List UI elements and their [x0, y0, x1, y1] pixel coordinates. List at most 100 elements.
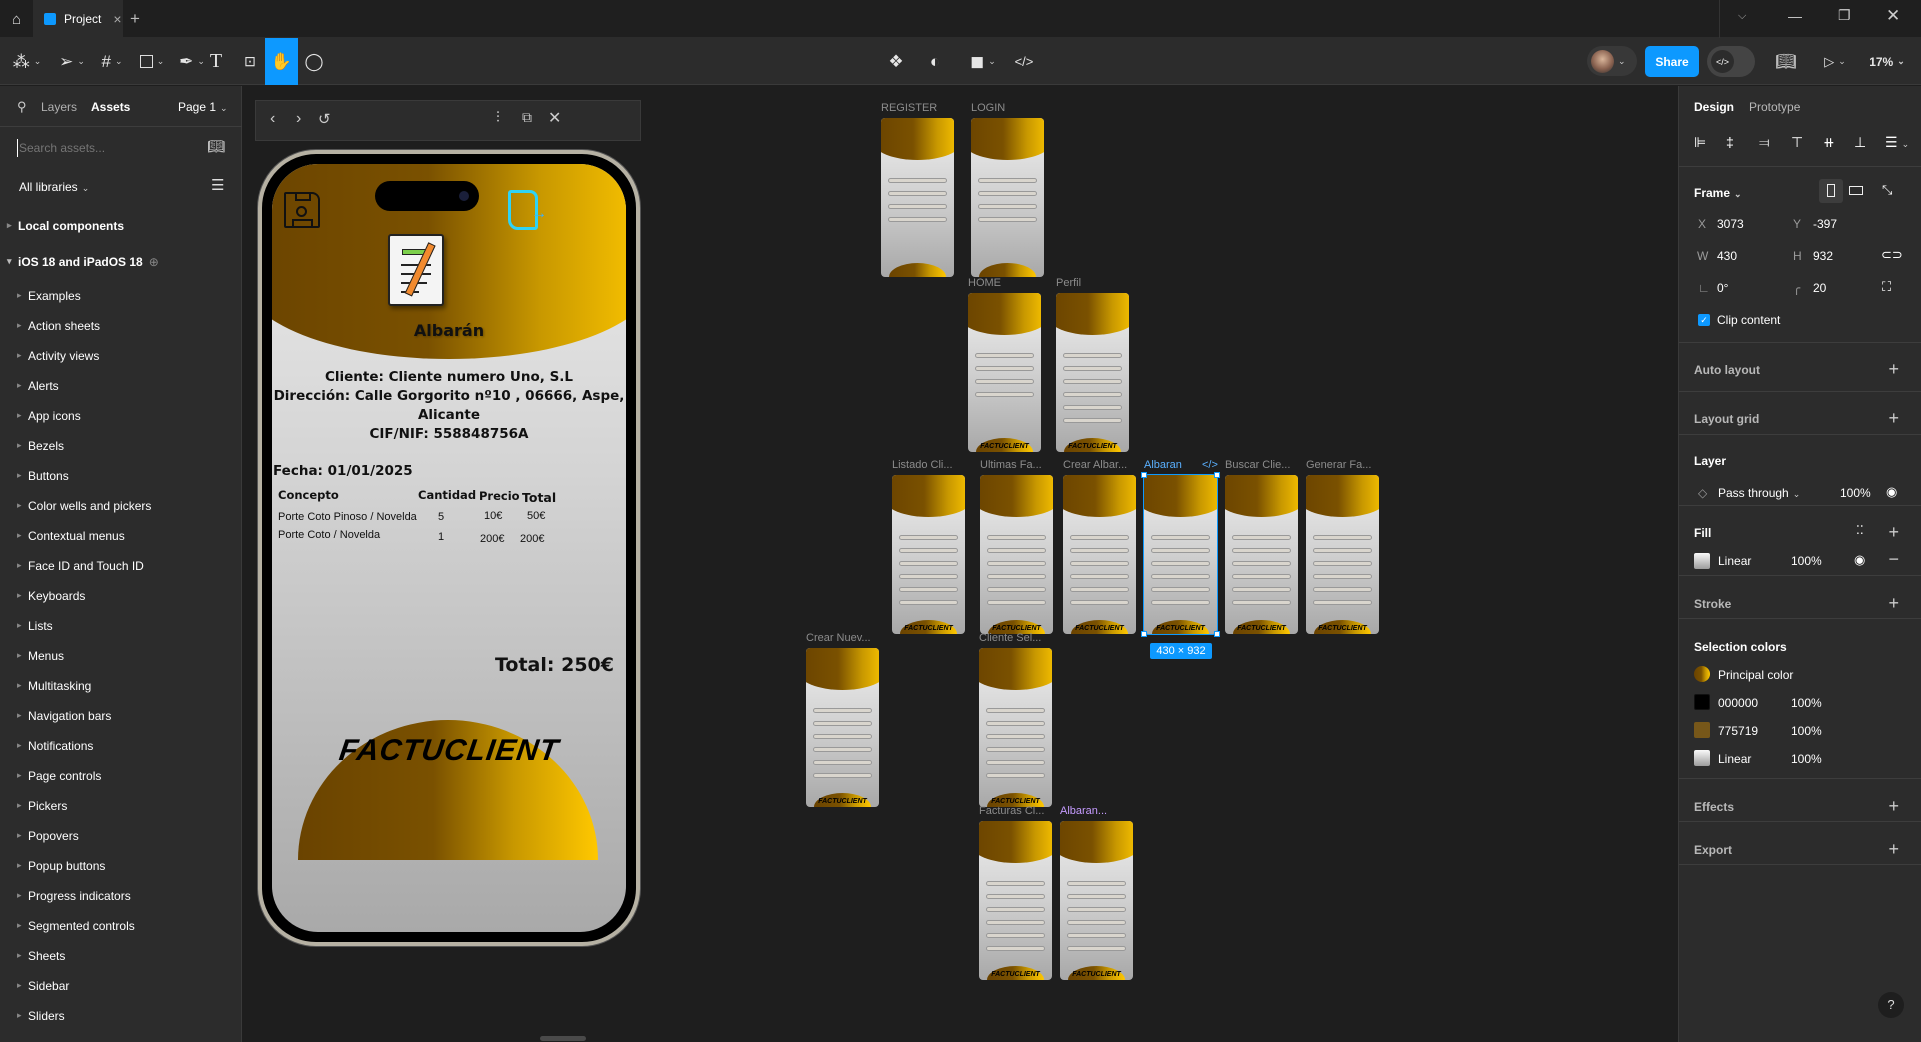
frame-thumbnail[interactable]: FACTUCLIENT — [968, 293, 1041, 452]
component-group-item[interactable]: Contextual menus — [17, 529, 125, 543]
dev-ready-icon[interactable]: </> — [1202, 459, 1218, 471]
comment-tool-button[interactable]: ◯ — [302, 38, 326, 85]
y-input[interactable]: -397 — [1813, 217, 1837, 231]
resize-handle[interactable] — [1141, 472, 1147, 478]
move-tool-button[interactable]: ➢ ⌄ — [52, 38, 92, 85]
new-tab-button[interactable]: + — [130, 9, 140, 29]
add-effect-button[interactable]: + — [1888, 797, 1899, 815]
frame-label[interactable]: Buscar Clie... — [1225, 459, 1290, 471]
frame-label[interactable]: Cliente Sel... — [979, 632, 1041, 644]
resize-handle[interactable] — [1141, 631, 1147, 637]
color-name[interactable]: 000000 — [1718, 696, 1758, 710]
independent-corners-icon[interactable]: ⛶ — [1882, 279, 1891, 295]
component-group-item[interactable]: Menus — [17, 649, 64, 663]
add-fill-button[interactable]: + — [1888, 523, 1899, 541]
close-preview-button[interactable]: ✕ — [548, 108, 561, 128]
frame-thumbnail[interactable] — [971, 118, 1044, 277]
distribute-icon[interactable]: ☰ ⌄ — [1885, 134, 1909, 151]
color-opacity[interactable]: 100% — [1791, 752, 1822, 766]
zoom-dropdown[interactable]: 17% ⌄ — [1864, 38, 1910, 85]
list-view-icon[interactable]: ☰ — [211, 176, 224, 194]
color-swatch[interactable] — [1694, 750, 1710, 766]
component-group-item[interactable]: Progress indicators — [17, 889, 131, 903]
frame-thumbnail[interactable]: FACTUCLIENT — [1143, 474, 1218, 635]
frame-label[interactable]: Albaran — [1144, 459, 1182, 471]
fill-swatch[interactable] — [1694, 553, 1710, 569]
component-group-item[interactable]: Page controls — [17, 769, 101, 783]
align-bottom-icon[interactable]: ⊥ — [1854, 134, 1866, 151]
align-top-icon[interactable]: ⊤ — [1791, 134, 1803, 151]
frame-thumbnail[interactable] — [881, 118, 954, 277]
tab-layers[interactable]: Layers — [41, 100, 77, 114]
frame-label[interactable]: Ultimas Fa... — [980, 459, 1042, 471]
component-group-item[interactable]: Action sheets — [17, 319, 100, 333]
portrait-button[interactable] — [1819, 179, 1843, 203]
chevron-down-icon[interactable]: ⌵ — [1738, 10, 1746, 23]
ios-library-section[interactable]: ▾ iOS 18 and iPadOS 18 ⊕ — [7, 255, 159, 269]
component-group-item[interactable]: Alerts — [17, 379, 59, 393]
text-tool-button[interactable]: T — [205, 38, 227, 85]
color-opacity[interactable]: 100% — [1791, 696, 1822, 710]
color-opacity[interactable]: 100% — [1791, 724, 1822, 738]
component-group-item[interactable]: Sheets — [17, 949, 65, 963]
frame-tool-button[interactable]: # ⌄ — [92, 38, 132, 85]
component-group-item[interactable]: Face ID and Touch ID — [17, 559, 144, 573]
component-button[interactable]: ❖ — [886, 38, 906, 85]
eye-icon[interactable]: ◉ — [1886, 484, 1897, 500]
width-input[interactable]: 430 — [1717, 249, 1737, 263]
open-external-button[interactable]: ⧉ — [522, 109, 532, 126]
rotation-input[interactable]: 0° — [1717, 281, 1728, 295]
minimize-button[interactable]: — — [1788, 8, 1802, 24]
clip-content-checkbox[interactable]: ✓ — [1698, 314, 1710, 326]
frame-thumbnail[interactable]: FACTUCLIENT — [1306, 475, 1379, 634]
help-button[interactable]: ? — [1878, 992, 1904, 1018]
frame-thumbnail[interactable]: FACTUCLIENT — [806, 648, 879, 807]
add-stroke-button[interactable]: + — [1888, 594, 1899, 612]
all-libraries-dropdown[interactable]: All libraries ⌄ — [19, 180, 89, 194]
frame-thumbnail[interactable]: FACTUCLIENT — [1225, 475, 1298, 634]
add-auto-layout-button[interactable]: + — [1888, 360, 1899, 378]
frame-label[interactable]: Perfil — [1056, 277, 1081, 289]
home-button[interactable]: ⌂ — [0, 0, 33, 38]
align-left-icon[interactable]: ⊫ — [1694, 134, 1706, 151]
constrain-proportions-icon[interactable]: ⊂⊃ — [1881, 247, 1903, 263]
component-group-item[interactable]: Sidebar — [17, 979, 69, 993]
dev-code-button[interactable]: </> — [1013, 38, 1035, 85]
color-swatch[interactable] — [1694, 666, 1710, 682]
eye-icon[interactable]: ◉ — [1854, 552, 1865, 568]
align-right-icon[interactable]: ⫤ — [1759, 134, 1770, 151]
frame-dropdown[interactable]: Frame ⌄ — [1694, 186, 1742, 200]
x-input[interactable]: 3073 — [1717, 217, 1744, 231]
back-button[interactable]: ‹ — [270, 110, 275, 128]
component-group-item[interactable]: Sliders — [17, 1009, 65, 1023]
height-input[interactable]: 932 — [1813, 249, 1833, 263]
hand-tool-button[interactable]: ✋ — [265, 38, 298, 85]
frame-thumbnail[interactable]: FACTUCLIENT — [1056, 293, 1129, 452]
restart-button[interactable]: ↺ — [318, 110, 331, 128]
frame-label[interactable]: REGISTER — [881, 102, 937, 114]
component-group-item[interactable]: Segmented controls — [17, 919, 135, 933]
library-button[interactable]: 📖︎ — [1774, 38, 1798, 85]
add-layout-grid-button[interactable]: + — [1888, 409, 1899, 427]
component-group-item[interactable]: Popovers — [17, 829, 79, 843]
horizontal-scrollbar[interactable] — [540, 1036, 586, 1041]
resize-to-fit-icon[interactable]: ⤡ — [1882, 182, 1892, 198]
component-group-item[interactable]: Buttons — [17, 469, 69, 483]
page-selector[interactable]: Page 1 ⌄ — [178, 100, 228, 114]
library-book-icon[interactable]: 📖︎ — [207, 138, 225, 155]
settings-sliders-button[interactable]: ⫶ — [496, 109, 500, 126]
local-components-section[interactable]: ▸ Local components — [7, 219, 124, 233]
color-swatch[interactable] — [1694, 722, 1710, 738]
save-icon[interactable] — [284, 192, 320, 228]
color-swatch[interactable] — [1694, 694, 1710, 710]
user-avatar-button[interactable]: ⌄ — [1587, 46, 1637, 76]
forward-button[interactable]: › — [296, 110, 301, 128]
frame-thumbnail[interactable]: FACTUCLIENT — [892, 475, 965, 634]
component-group-item[interactable]: Pickers — [17, 799, 67, 813]
component-group-item[interactable]: Activity views — [17, 349, 99, 363]
frame-thumbnail[interactable]: FACTUCLIENT — [1060, 821, 1133, 980]
align-center-v-icon[interactable]: ⧺ — [1823, 134, 1835, 151]
layer-opacity-input[interactable]: 100% — [1840, 486, 1871, 500]
close-window-button[interactable]: ✕ — [1886, 6, 1900, 26]
component-group-item[interactable]: Popup buttons — [17, 859, 105, 873]
